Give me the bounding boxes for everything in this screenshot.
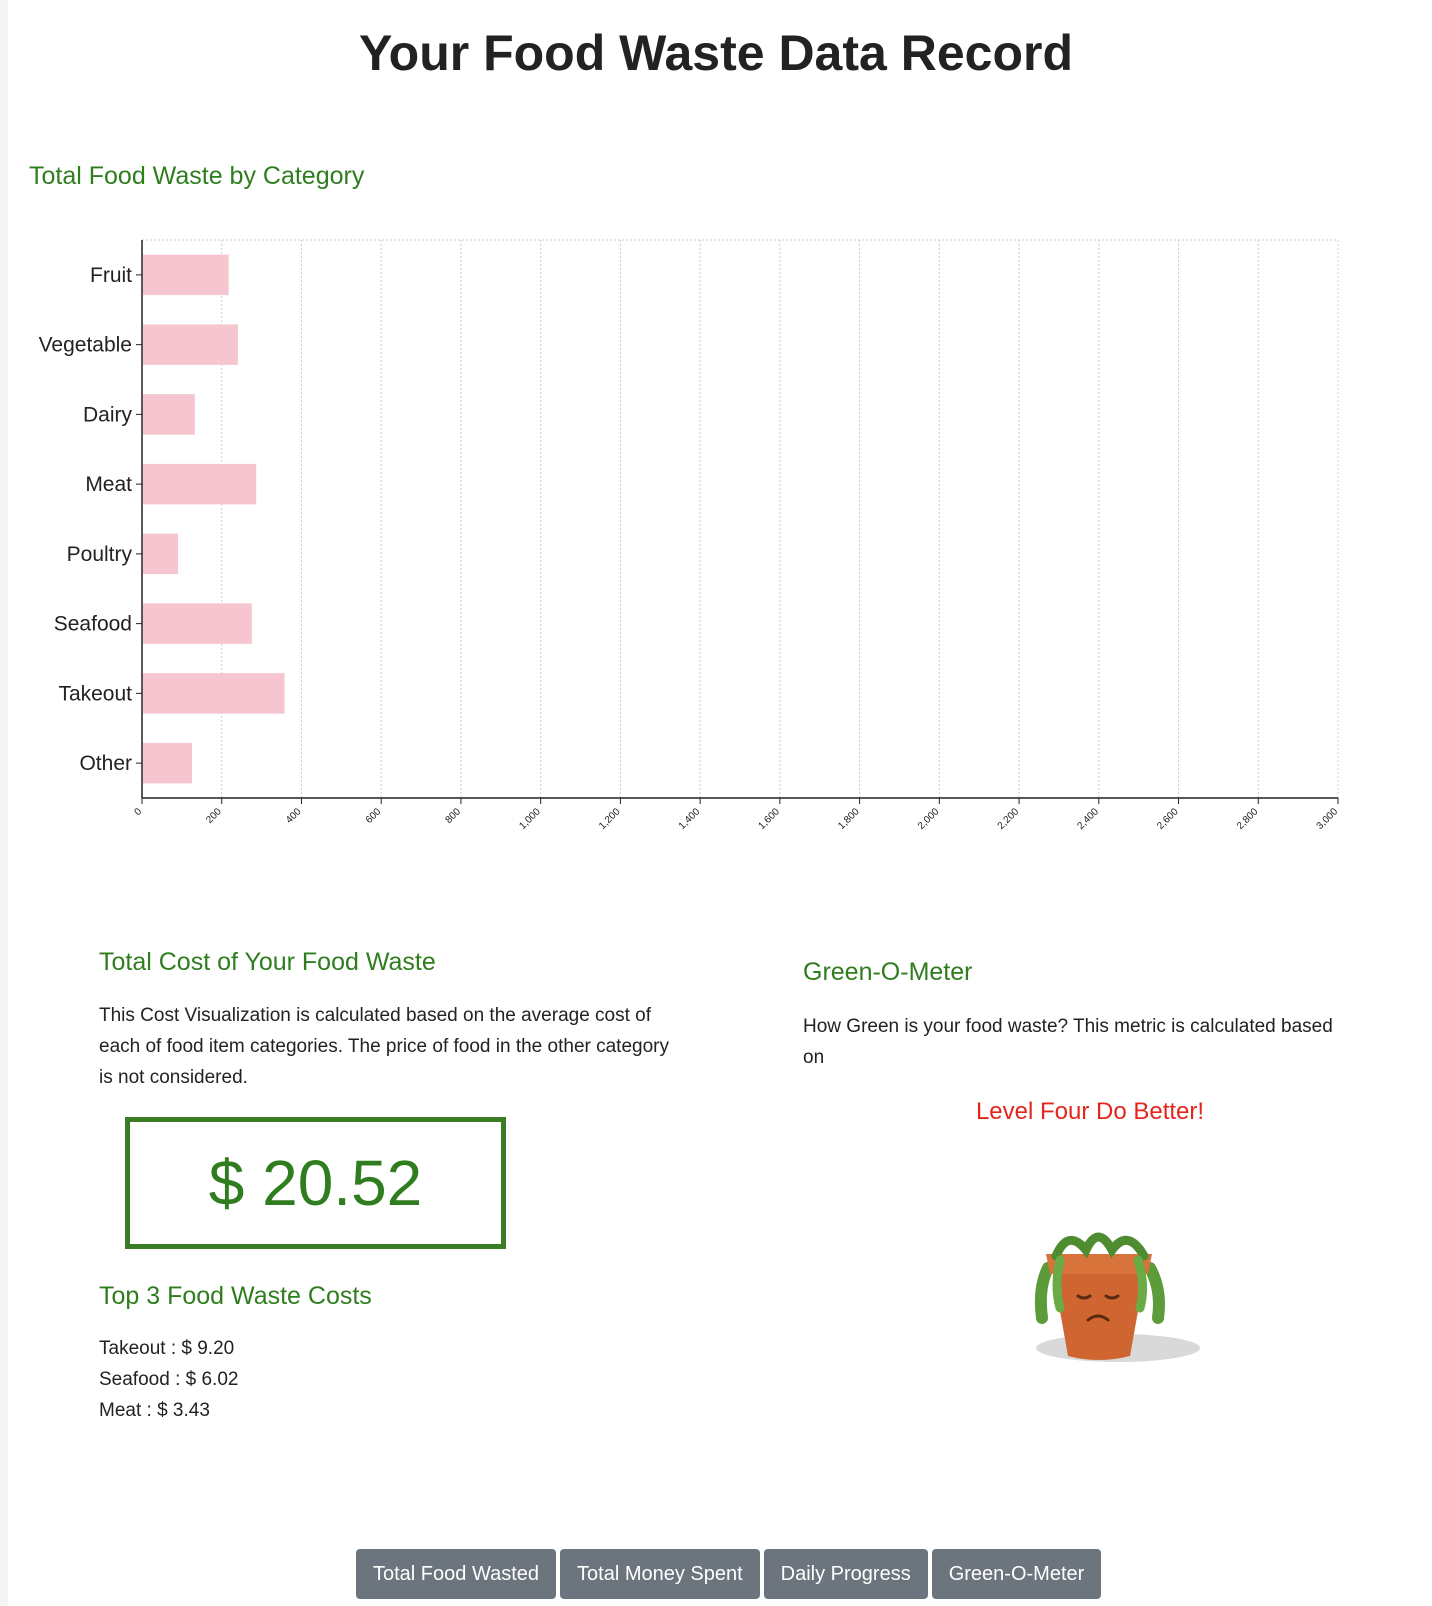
x-tick-label: 1,800 xyxy=(836,806,862,832)
category-label: Other xyxy=(79,752,132,775)
bar-dairy xyxy=(143,394,195,435)
nav-button-row: Total Food Wasted Total Money Spent Dail… xyxy=(356,1549,1102,1599)
bar-meat xyxy=(143,463,257,505)
cost-description: This Cost Visualization is calculated ba… xyxy=(99,1005,669,1088)
total-food-wasted-button[interactable]: Total Food Wasted xyxy=(356,1549,557,1599)
cost-heading: Total Cost of Your Food Waste xyxy=(99,948,436,976)
total-cost-box: $ 20.52 xyxy=(125,1117,506,1249)
total-money-spent-button[interactable]: Total Money Spent xyxy=(560,1549,760,1599)
top-costs-list: Takeout : $ 9.20 Seafood : $ 6.02 Meat :… xyxy=(99,1333,238,1426)
x-tick-label: 1,600 xyxy=(757,806,783,832)
x-tick-label: 600 xyxy=(364,806,384,826)
x-tick-label: 2,600 xyxy=(1155,806,1181,832)
bar-vegetable xyxy=(143,324,238,365)
category-label: Fruit xyxy=(90,264,132,287)
bar-fruit xyxy=(143,254,229,296)
x-tick-label: 1,200 xyxy=(597,806,623,832)
category-label: Seafood xyxy=(54,613,132,636)
x-tick-label: 2,000 xyxy=(916,806,942,832)
x-tick-label: 2,400 xyxy=(1075,806,1101,832)
top-cost-item-1: Takeout : $ 9.20 xyxy=(99,1338,235,1359)
meter-heading: Green-O-Meter xyxy=(803,958,973,986)
waste-by-category-chart: 0 200 400 600 800 1,000 1,200 1,400 1,600 1,800 2,… xyxy=(39,239,1341,832)
top-cost-item-2: Seafood : $ 6.02 xyxy=(99,1369,239,1390)
top-costs-heading: Top 3 Food Waste Costs xyxy=(99,1282,372,1310)
x-tick-label: 2,200 xyxy=(996,806,1022,832)
chart-heading: Total Food Waste by Category xyxy=(29,162,365,190)
x-tick-label: 1,400 xyxy=(677,806,703,832)
green-o-meter-button[interactable]: Green-O-Meter xyxy=(931,1549,1102,1599)
category-label: Poultry xyxy=(67,543,133,566)
category-label: Dairy xyxy=(83,403,133,426)
bar-other xyxy=(143,742,193,784)
x-tick-label: 1,000 xyxy=(517,806,543,832)
total-cost-value: $ 20.52 xyxy=(208,1147,423,1219)
wilted-plant-icon xyxy=(1008,1228,1208,1388)
category-label: Meat xyxy=(85,473,132,496)
bar-poultry xyxy=(143,533,179,575)
category-label: Vegetable xyxy=(39,334,132,357)
category-label: Takeout xyxy=(58,682,132,705)
bar-takeout xyxy=(143,673,285,714)
meter-level-text: Level Four Do Better! xyxy=(975,1098,1205,1125)
x-tick-label: 800 xyxy=(443,806,463,826)
page-title: Your Food Waste Data Record xyxy=(359,25,1073,81)
x-tick-label: 3,000 xyxy=(1315,806,1341,832)
x-tick-label: 400 xyxy=(284,806,304,826)
bar-seafood xyxy=(143,603,252,644)
top-cost-item-3: Meat : $ 3.43 xyxy=(99,1400,210,1421)
x-tick-label: 0 xyxy=(132,806,144,818)
x-tick-label: 200 xyxy=(204,806,224,826)
daily-progress-button[interactable]: Daily Progress xyxy=(763,1549,928,1599)
meter-description: How Green is your food waste? This metri… xyxy=(803,1016,1333,1068)
x-tick-label: 2,800 xyxy=(1235,806,1261,832)
